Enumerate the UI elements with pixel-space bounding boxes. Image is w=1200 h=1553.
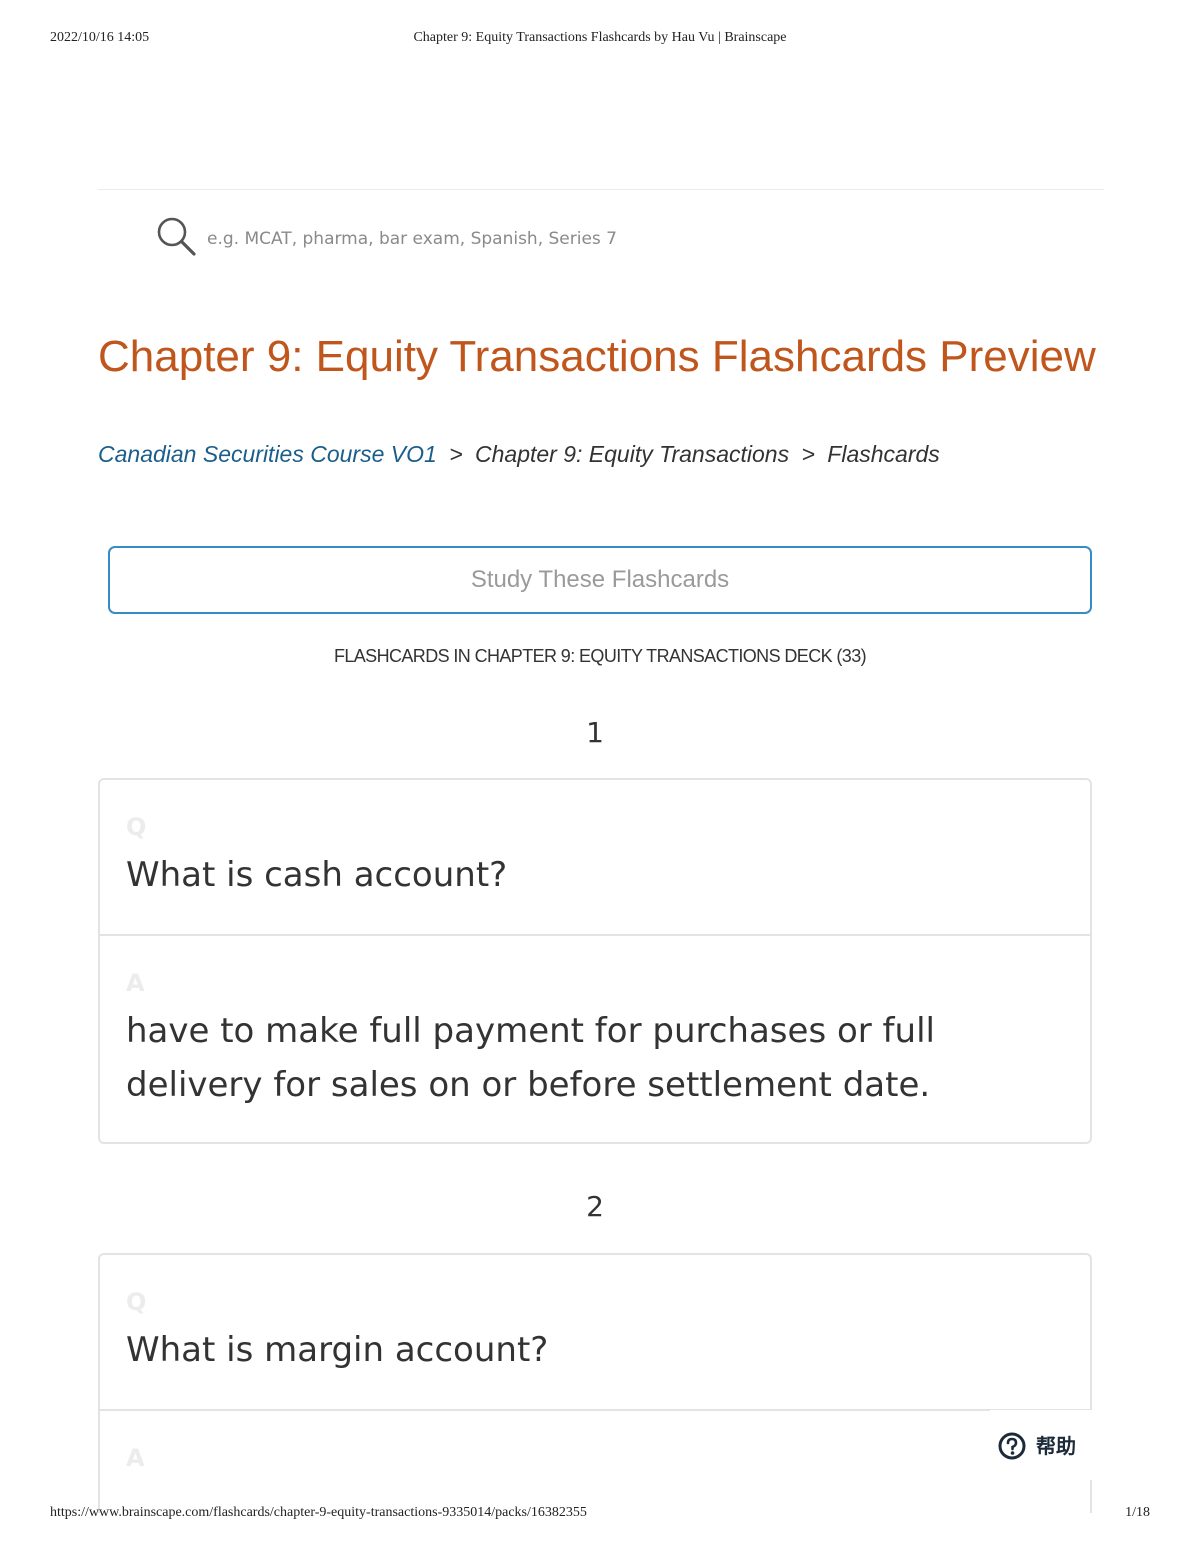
question-label: Q [126, 813, 147, 841]
print-document-title: Chapter 9: Equity Transactions Flashcard… [413, 30, 787, 45]
print-page-indicator: 1/18 [1125, 1505, 1150, 1520]
help-label: 帮助 [1036, 1434, 1076, 1458]
card-answer-section: A [100, 1411, 1090, 1509]
print-header: 2022/10/16 14:05 Chapter 9: Equity Trans… [50, 30, 1150, 50]
breadcrumb-separator: > [801, 441, 815, 467]
help-widget[interactable]: 帮助 [990, 1410, 1100, 1480]
study-flashcards-button[interactable]: Study These Flashcards [108, 546, 1092, 614]
breadcrumb-item-flashcards[interactable]: Flashcards [827, 441, 939, 467]
flashcard[interactable]: Q What is margin account? A [98, 1253, 1092, 1513]
question-circle-icon [998, 1432, 1026, 1460]
answer-label: A [126, 1444, 145, 1472]
card-question-section: Q What is margin account? [100, 1255, 1090, 1411]
page-title: Chapter 9: Equity Transactions Flashcard… [98, 332, 1096, 381]
print-footer: https://www.brainscape.com/flashcards/ch… [50, 1505, 1150, 1525]
answer-text: have to make full payment for purchases … [126, 1011, 935, 1105]
question-text: What is cash account? [126, 855, 508, 895]
print-url: https://www.brainscape.com/flashcards/ch… [50, 1505, 587, 1520]
answer-label: A [126, 969, 145, 997]
card-answer-section: A have to make full payment for purchase… [100, 936, 1090, 1142]
breadcrumb-link-course[interactable]: Canadian Securities Course VO1 [98, 441, 437, 467]
search-icon[interactable] [155, 215, 199, 259]
flashcard[interactable]: Q What is cash account? A have to make f… [98, 778, 1092, 1144]
header-divider [98, 189, 1104, 190]
card-number: 1 [586, 716, 604, 749]
deck-heading: FLASHCARDS IN CHAPTER 9: EQUITY TRANSACT… [333, 646, 867, 666]
search-input[interactable] [207, 223, 807, 255]
breadcrumb-item-chapter[interactable]: Chapter 9: Equity Transactions [475, 441, 789, 467]
card-question-section: Q What is cash account? [100, 780, 1090, 936]
search-bar [155, 215, 855, 263]
card-number: 2 [586, 1190, 604, 1223]
breadcrumb-separator: > [449, 441, 463, 467]
question-text: What is margin account? [126, 1330, 549, 1370]
breadcrumb: Canadian Securities Course VO1 > Chapter… [98, 440, 1098, 468]
question-label: Q [126, 1288, 147, 1316]
